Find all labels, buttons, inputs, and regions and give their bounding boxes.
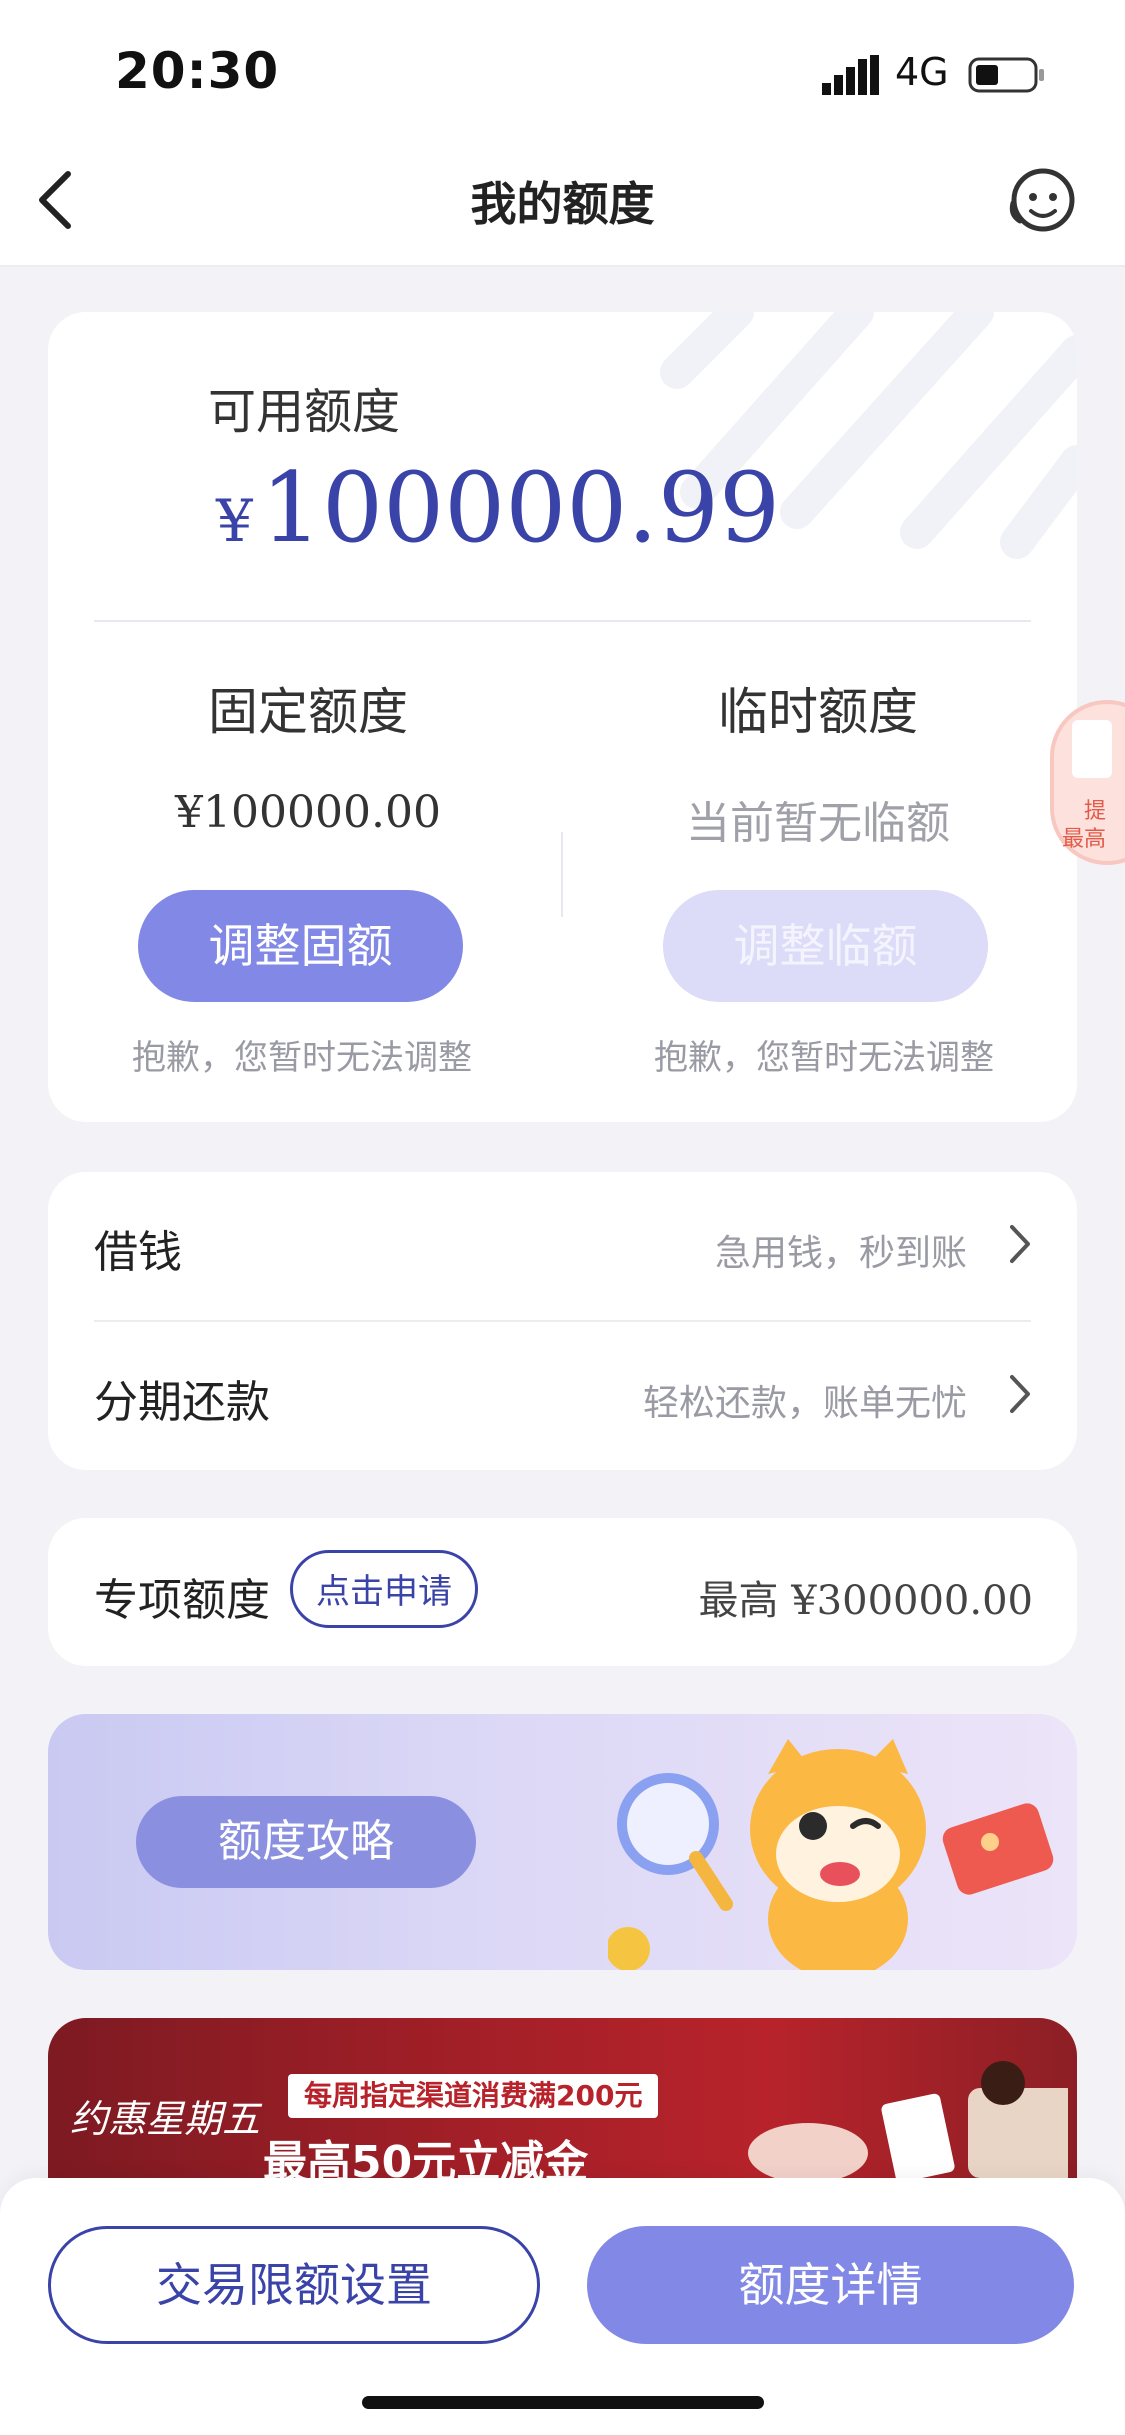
promo-headline: 最高50元立减金 [263, 2137, 589, 2178]
chevron-right-icon [1010, 1225, 1030, 1263]
signal-icon [822, 55, 879, 95]
red-packet-icon [942, 1803, 1054, 1895]
menu-item-installment[interactable]: 分期还款 轻松还款，账单无忧 [48, 1322, 1077, 1470]
available-credit-amount: ¥100000.99 [216, 452, 780, 564]
promo-logo-text: 约惠星期五 [70, 2097, 261, 2141]
tiger-mascot-illustration [608, 1739, 926, 1970]
menu-item-title: 借钱 [94, 1227, 182, 1278]
network-type: 4G [895, 50, 949, 94]
special-credit-card: 专项额度 点击申请 最高 ¥300000.00 [48, 1518, 1077, 1666]
temporary-credit-title: 临时额度 [718, 683, 918, 741]
max-value: ¥300000.00 [791, 1578, 1033, 1624]
adjust-fixed-button[interactable]: 调整固额 [138, 890, 463, 1002]
vertical-divider [561, 832, 563, 917]
status-time: 20:30 [115, 42, 280, 100]
credit-card: 可用额度 ¥100000.99 固定额度 临时额度 ¥100000.00 当前暂… [48, 312, 1077, 1122]
home-indicator [362, 2396, 764, 2409]
menu-item-subtitle: 急用钱，秒到账 [714, 1233, 967, 1274]
customer-service-icon[interactable] [1008, 165, 1078, 235]
fixed-adjust-note: 抱歉，您暂时无法调整 [132, 1038, 472, 1078]
adjust-temporary-button[interactable]: 调整临额 [663, 890, 988, 1002]
temporary-credit-value: 当前暂无临额 [686, 798, 950, 849]
special-credit-title: 专项额度 [94, 1575, 270, 1626]
divider [94, 620, 1031, 622]
weekly-promo-banner[interactable]: 约惠星期五 每周指定渠道消费满200元 最高50元立减金 [48, 2018, 1077, 2178]
fixed-credit-title: 固定额度 [208, 683, 408, 741]
battery-icon [968, 57, 1044, 93]
menu-item-title: 分期还款 [94, 1377, 270, 1428]
available-amount-value: 100000.99 [260, 452, 781, 564]
apply-button[interactable]: 点击申请 [290, 1550, 478, 1628]
max-label: 最高 [698, 1578, 779, 1624]
menu-item-subtitle: 轻松还款，账单无忧 [642, 1383, 967, 1424]
temporary-adjust-note: 抱歉，您暂时无法调整 [654, 1038, 994, 1078]
floating-badge-line2: 最高 [1062, 827, 1107, 852]
credit-strategy-label: 额度攻略 [136, 1796, 476, 1888]
promo-food-illustration [748, 2061, 1068, 2178]
floating-badge-line1: 提 [1084, 799, 1107, 824]
credit-details-button[interactable]: 额度详情 [587, 2226, 1074, 2344]
menu-item-borrow[interactable]: 借钱 急用钱，秒到账 [48, 1172, 1077, 1320]
transaction-limit-button[interactable]: 交易限额设置 [48, 2226, 540, 2344]
fixed-credit-value: ¥100000.00 [175, 787, 441, 838]
promo-tag: 每周指定渠道消费满200元 [288, 2074, 659, 2118]
floating-promo-badge[interactable]: 提 最高 [1050, 700, 1125, 865]
available-credit-label: 可用额度 [208, 384, 401, 440]
special-max-amount: 最高 ¥300000.00 [699, 1568, 1033, 1626]
menu-card: 借钱 急用钱，秒到账 分期还款 轻松还款，账单无忧 [48, 1172, 1077, 1470]
currency-symbol: ¥ [216, 487, 253, 555]
credit-strategy-banner[interactable]: 额度攻略 [48, 1714, 1077, 1970]
chevron-right-icon [1010, 1375, 1030, 1413]
page-title: 我的额度 [470, 177, 655, 231]
